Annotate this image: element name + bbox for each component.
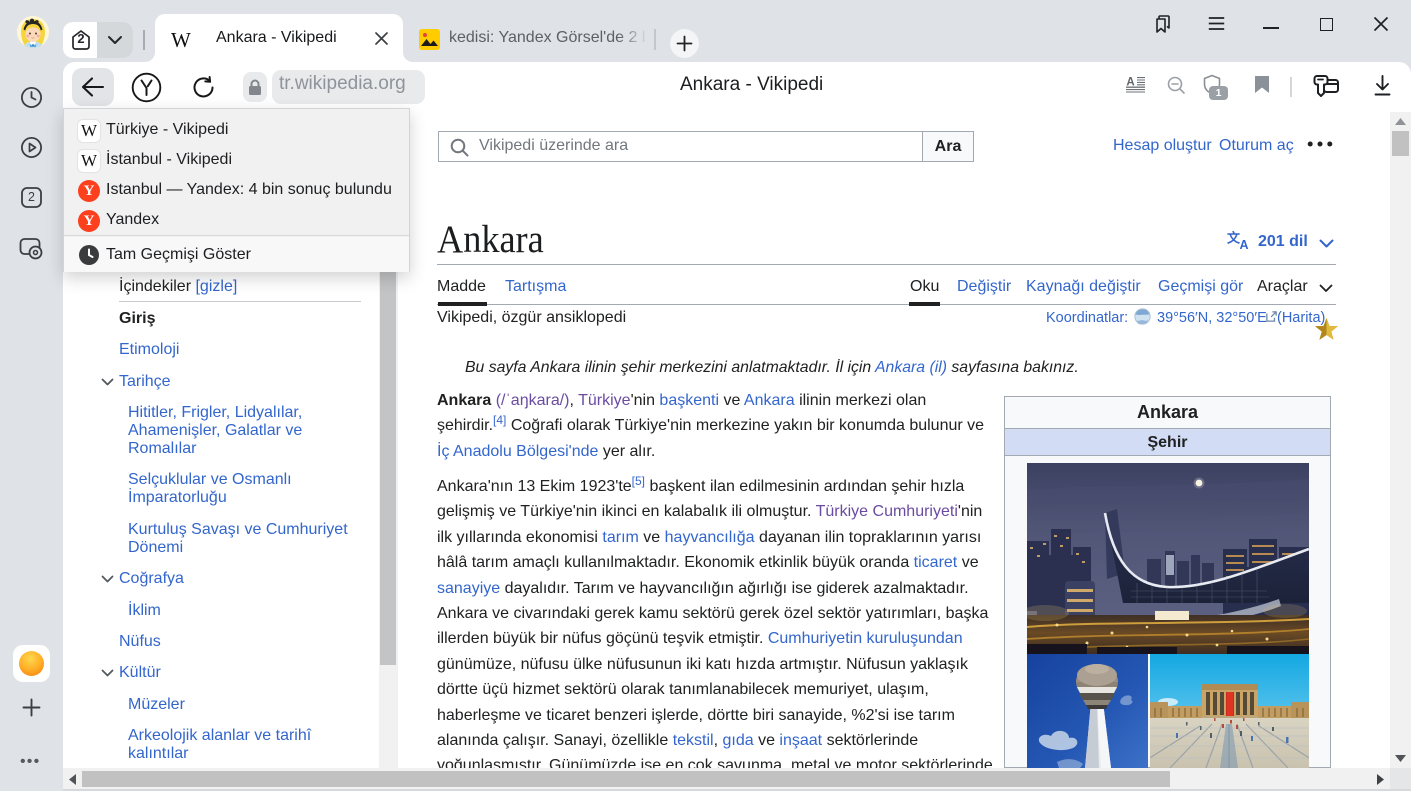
svg-text:A: A [1240, 238, 1249, 250]
